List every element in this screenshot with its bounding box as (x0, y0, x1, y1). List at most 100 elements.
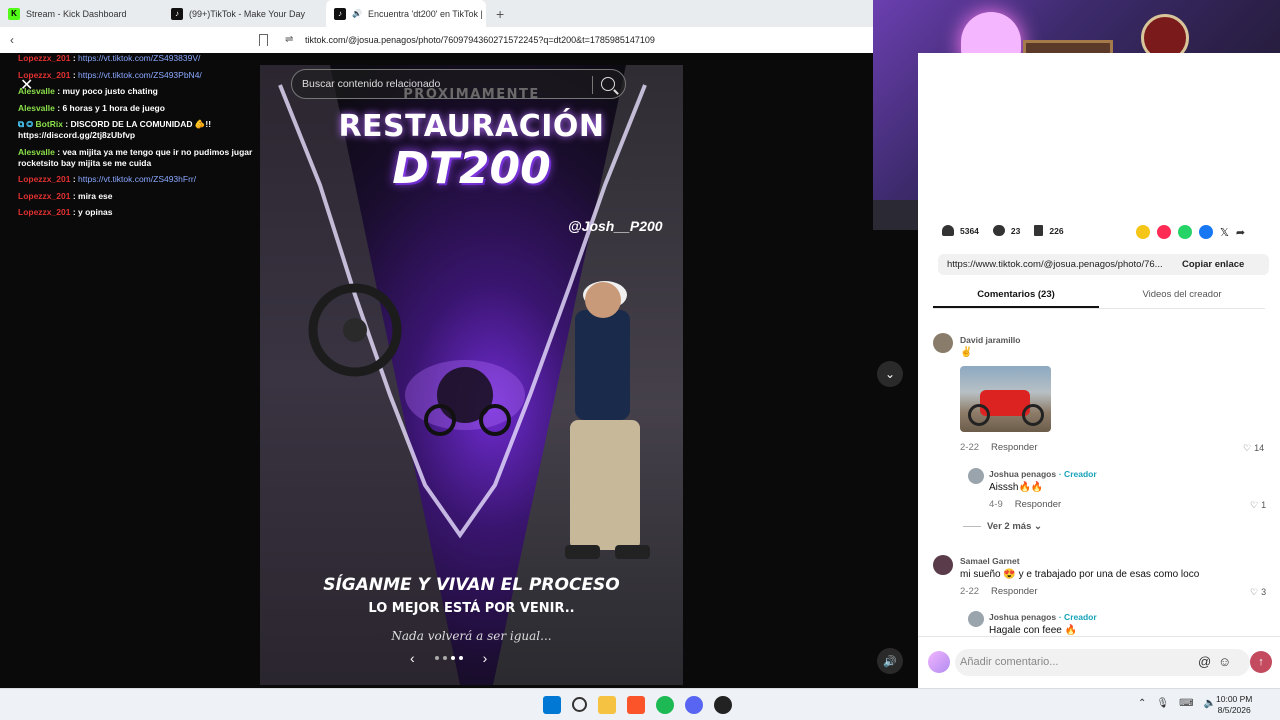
send-icon[interactable] (1157, 225, 1171, 239)
search-divider (592, 76, 593, 94)
emoji-icon[interactable]: ☺ (1218, 654, 1231, 669)
avatar[interactable] (968, 468, 984, 484)
reply-like[interactable]: ♡ 1 (1250, 500, 1266, 511)
chat-overlay: Lopezzx_201 : https://vt.tiktok.com/ZS49… (18, 53, 263, 224)
bot-badge-icon: ⧉ ◎ (18, 119, 34, 129)
facebook-icon[interactable] (1199, 225, 1213, 239)
comment-like[interactable]: ♡ 14 (1243, 443, 1264, 454)
file-explorer-icon[interactable] (598, 696, 616, 714)
comment-composer: Añadir comentario... @ ☺ ↑ (918, 636, 1280, 688)
comment-image[interactable] (960, 366, 1051, 432)
search-placeholder: Buscar contenido relacionado (302, 78, 441, 90)
new-tab-button[interactable]: + (486, 0, 514, 27)
chat-message: Lopezzx_201 : y opinas (18, 207, 113, 217)
share-link-box: https://www.tiktok.com/@josua.penagos/ph… (938, 254, 1269, 275)
heart-outline-icon: ♡ (1250, 500, 1259, 510)
whatsapp-icon[interactable] (1178, 225, 1192, 239)
carousel-dot[interactable] (458, 656, 463, 660)
reply-username[interactable]: Joshua penagos · Creador (989, 469, 1097, 480)
next-arrow-icon[interactable]: › (483, 650, 488, 666)
bookmark-icon[interactable] (259, 34, 268, 46)
tab-tiktok-home[interactable]: ♪ (99+)TikTok - Make Your Day (163, 0, 326, 27)
tiktok-side-panel: 5364 23 226 𝕏 ➦ https://www.tiktok.com/@… (918, 53, 1280, 688)
url-field[interactable]: tiktok.com/@josua.penagos/photo/76097943… (305, 35, 655, 45)
microphone-icon[interactable]: 🎙 (1156, 698, 1169, 709)
comment-username[interactable]: David jaramillo (960, 335, 1020, 346)
comment-list: David jaramillo ✌️ 2-22 Responder ♡ 14 Jos… (918, 318, 1280, 635)
comment-text: ✌️ (960, 347, 973, 358)
volume-icon[interactable]: 🔈 (1204, 698, 1216, 709)
comment-username[interactable]: Samael Garnet (960, 556, 1020, 567)
bookmark-icon (1034, 225, 1044, 236)
comment-like[interactable]: ♡ 3 (1250, 587, 1266, 598)
comment-meta: 2-22 Responder (960, 586, 1038, 597)
clock[interactable]: 10:00 PM 8/5/2026 (1216, 694, 1252, 716)
save-button[interactable]: 226 (1034, 225, 1064, 236)
search-icon[interactable] (601, 77, 615, 91)
back-icon[interactable]: ‹ (0, 33, 24, 47)
chevron-down-icon[interactable]: ⌄ (877, 361, 903, 387)
avatar[interactable] (968, 611, 984, 627)
view-more-replies[interactable]: Ver 2 más ⌄ (963, 521, 1042, 532)
tab-label: Encuentra 'dt200' en TikTok | (367, 8, 483, 19)
carousel-controls: ‹ › (410, 650, 487, 666)
chat-message: Lopezzx_201 : mira ese (18, 190, 113, 201)
send-icon[interactable]: ↑ (1250, 651, 1272, 673)
avatar[interactable] (933, 555, 953, 575)
carousel-dot[interactable] (442, 656, 447, 660)
chat-message: Lopezzx_201 : https://vt.tiktok.com/ZS49… (18, 174, 197, 184)
reply-button[interactable]: Responder (991, 586, 1037, 597)
tab-tiktok-search[interactable]: ♪ 🔊 Encuentra 'dt200' en TikTok | ✕ (326, 0, 486, 27)
photo-tagline-3: Nada volverá a ser igual... (391, 629, 552, 643)
photo-tagline-2: LO MEJOR ESTÁ POR VENIR.. (368, 601, 575, 616)
share-icon[interactable]: ➦ (1236, 226, 1245, 239)
share-row: 𝕏 ➦ (1136, 225, 1245, 239)
windows-start-icon[interactable] (543, 696, 561, 714)
reply-text: Hagale con feee 🔥 (989, 625, 1078, 635)
chevron-up-icon[interactable]: ⌃ (1138, 698, 1146, 709)
avatar[interactable] (933, 333, 953, 353)
x-icon[interactable]: 𝕏 (1220, 226, 1229, 239)
like-button[interactable]: 5364 (942, 225, 979, 236)
panel-tabs: Comentarios (23) Videos del creador (933, 281, 1265, 309)
heart-icon (942, 225, 954, 236)
tab-comments[interactable]: Comentarios (23) (933, 281, 1099, 308)
embed-icon[interactable] (1136, 225, 1150, 239)
prev-arrow-icon[interactable]: ‹ (410, 650, 415, 666)
network-icon[interactable]: ⌨ (1179, 698, 1193, 709)
tab-kick-dashboard[interactable]: K Stream - Kick Dashboard (0, 0, 163, 27)
copy-link-button[interactable]: Copiar enlace (1174, 259, 1244, 270)
post-stats: 5364 23 226 (942, 225, 1064, 236)
tab-label: Stream - Kick Dashboard (26, 8, 127, 19)
chat-message: Alesvalle : muy poco justo chating (18, 86, 158, 96)
obs-icon[interactable] (714, 696, 732, 714)
carousel-dot[interactable] (450, 656, 455, 660)
discord-icon[interactable] (685, 696, 703, 714)
carousel-dot[interactable] (434, 656, 439, 660)
brave-browser-icon[interactable] (627, 696, 645, 714)
volume-icon[interactable]: 🔊 (877, 648, 903, 674)
tiktok-icon: ♪ (171, 7, 183, 20)
tab-label: (99+)TikTok - Make Your Day (189, 8, 305, 19)
reply-button[interactable]: Responder (991, 442, 1037, 453)
tab-creator-videos[interactable]: Videos del creador (1099, 281, 1265, 308)
photo-slide: PROXIMAMENTE RESTAURACIÓN DT200 @Josh__P… (260, 65, 683, 685)
close-viewer-icon[interactable]: ✕ (20, 75, 33, 95)
taskbar: ⌃ 🎙 ⌨ 🔈 10:00 PM 8/5/2026 (0, 688, 1280, 720)
browser-tab-bar: K Stream - Kick Dashboard ♪ (99+)TikTok … (0, 0, 873, 27)
share-link[interactable]: https://www.tiktok.com/@josua.penagos/ph… (938, 259, 1174, 270)
comment-button[interactable]: 23 (992, 225, 1020, 236)
spotify-icon[interactable] (656, 696, 674, 714)
mention-icon[interactable]: @ (1198, 654, 1211, 669)
kick-icon: K (8, 7, 20, 20)
search-input[interactable]: Buscar contenido relacionado (291, 69, 626, 99)
reply-username[interactable]: Joshua penagos · Creador (989, 612, 1097, 623)
search-icon[interactable] (572, 697, 587, 712)
site-info-icon[interactable]: ⇌ (285, 34, 293, 45)
photo-headline: RESTAURACIÓN (338, 109, 605, 144)
system-tray: ⌃ 🎙 ⌨ 🔈 (1138, 698, 1216, 709)
reply-button[interactable]: Responder (1015, 499, 1061, 510)
tiktok-icon: ♪ (334, 7, 346, 20)
comment-text: mi sueño 😍 y e trabajado por una de esas… (960, 569, 1200, 580)
taskbar-apps (543, 696, 732, 714)
